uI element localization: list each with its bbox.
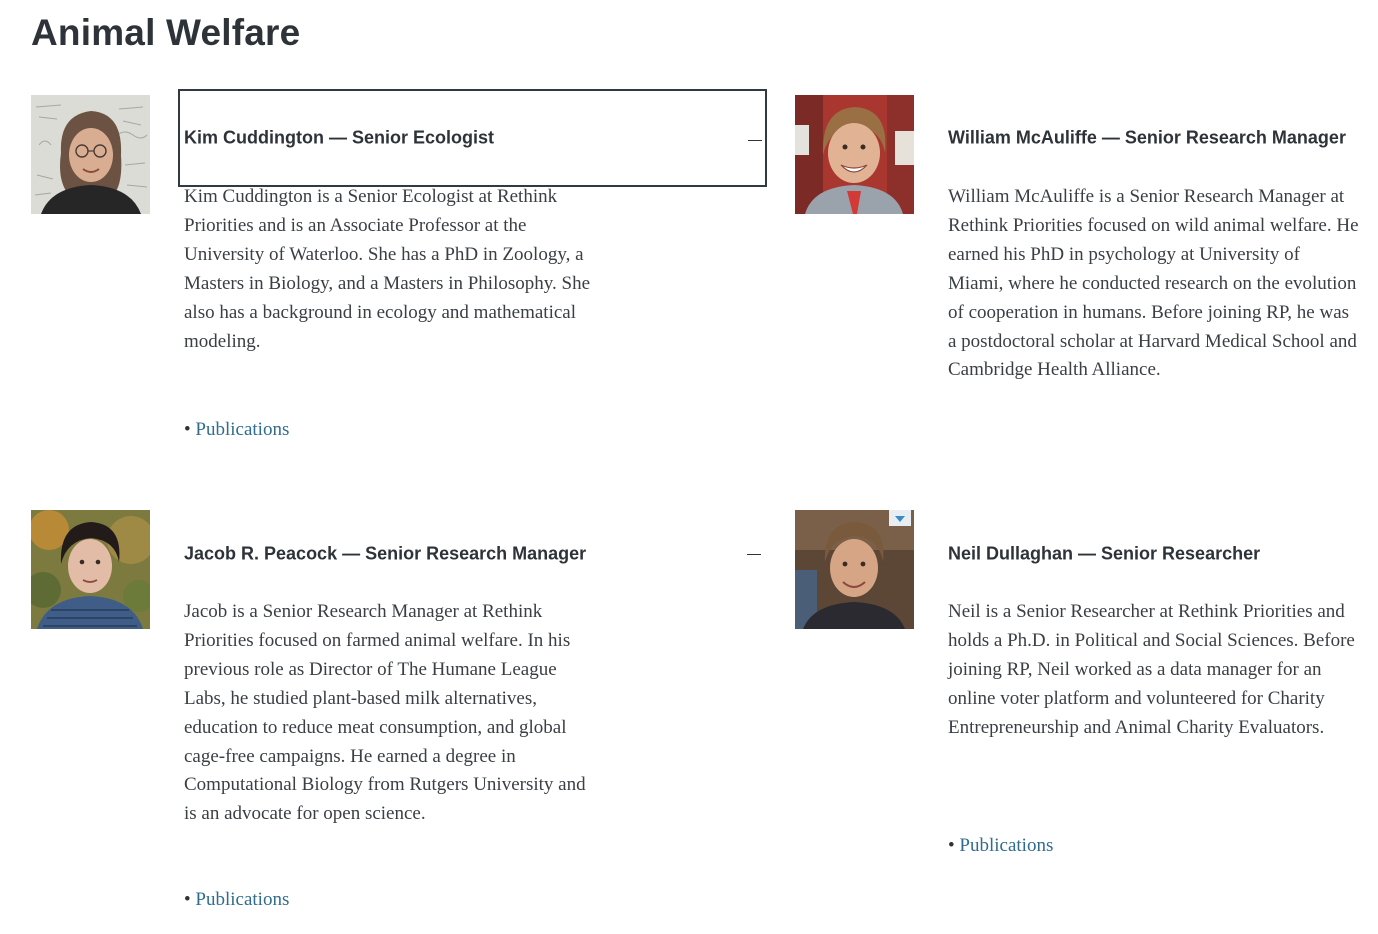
publications-link[interactable]: Publications bbox=[959, 835, 1053, 856]
member-name: Neil Dullaghan — Senior Researcher bbox=[948, 543, 1261, 564]
member-name: Kim Cuddington — Senior Ecologist bbox=[184, 127, 494, 148]
member-bio: William McAuliffe is a Senior Research M… bbox=[948, 186, 1359, 381]
publications-item: • Publications bbox=[184, 889, 289, 911]
member-header-neil-dullaghan[interactable]: Neil Dullaghan — Senior Researcher bbox=[942, 505, 1362, 603]
publications-item: • Publications bbox=[184, 419, 289, 441]
section-title: Animal Welfare bbox=[31, 12, 301, 53]
member-photo-william-mcauliffe bbox=[795, 95, 914, 214]
bullet: • bbox=[184, 889, 191, 910]
publications-link[interactable]: Publications bbox=[195, 419, 289, 440]
publications-link[interactable]: Publications bbox=[195, 889, 289, 910]
minus-icon[interactable] bbox=[748, 140, 762, 141]
member-bio: Jacob is a Senior Research Manager at Re… bbox=[184, 601, 586, 825]
member-photo-kim-cuddington bbox=[31, 95, 150, 214]
bullet: • bbox=[948, 835, 955, 856]
member-header-kim-cuddington[interactable]: Kim Cuddington — Senior Ecologist bbox=[178, 89, 767, 187]
member-name: Jacob R. Peacock — Senior Research Manag… bbox=[184, 543, 587, 564]
member-photo-jacob-peacock bbox=[31, 510, 150, 629]
minus-icon[interactable] bbox=[747, 554, 761, 555]
member-header-william-mcauliffe[interactable]: William McAuliffe — Senior Research Mana… bbox=[942, 89, 1362, 187]
member-bio: Kim Cuddington is a Senior Ecologist at … bbox=[184, 186, 591, 352]
member-bio: Neil is a Senior Researcher at Rethink P… bbox=[948, 601, 1355, 738]
publications-item: • Publications bbox=[948, 835, 1053, 857]
bullet: • bbox=[184, 419, 191, 440]
member-photo-neil-dullaghan bbox=[795, 510, 914, 629]
member-name: William McAuliffe — Senior Research Mana… bbox=[948, 127, 1346, 148]
member-header-jacob-peacock[interactable]: Jacob R. Peacock — Senior Research Manag… bbox=[178, 505, 767, 603]
